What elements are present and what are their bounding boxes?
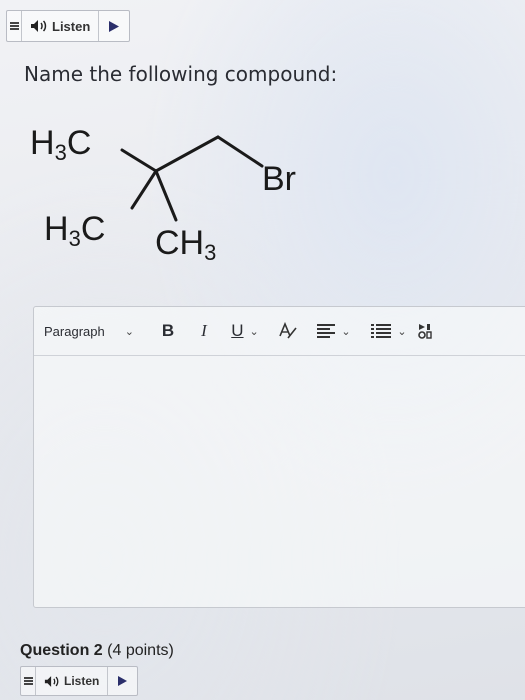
chevron-down-icon: ⌄ [397,325,407,338]
align-button[interactable]: ⌄ [308,307,360,355]
bold-button[interactable]: B [150,307,186,355]
align-icon [317,324,336,338]
question-2-points: (4 points) [107,642,174,659]
play-icon [109,20,120,32]
editor-toolbar: Paragraph ⌄ B I U ⌄ ⌄ ⌄ [34,307,525,356]
listen-button[interactable]: Listen [36,667,109,695]
list-icon [371,324,392,338]
answer-editor: Paragraph ⌄ B I U ⌄ ⌄ ⌄ [33,306,525,608]
menu-icon[interactable] [21,667,36,695]
play-icon [118,676,128,686]
answer-text-area[interactable] [34,356,525,607]
listen-button[interactable]: Listen [22,11,100,41]
more-options-button[interactable] [418,307,438,355]
menu-icon[interactable] [7,11,22,41]
chemical-structure: H3C H3C CH3 Br [30,124,296,265]
play-button[interactable] [99,11,129,41]
list-button[interactable]: ⌄ [360,307,418,355]
speaker-icon [44,675,59,687]
more-icon [418,324,432,339]
block-format-label: Paragraph [44,323,105,339]
question-2-heading: Question 2 (4 points) [20,642,174,660]
methyl-lower-label: H3C [44,210,105,251]
question-prompt: Name the following compound: [24,62,338,86]
format-text-button[interactable] [268,307,308,355]
listen-toolbar-bottom: Listen [20,666,139,696]
italic-button[interactable]: I [186,307,222,355]
chevron-down-icon: ⌄ [249,325,259,338]
chevron-down-icon: ⌄ [124,325,134,338]
speaker-icon [31,20,47,32]
play-button[interactable] [108,667,137,695]
listen-label: Listen [52,18,91,34]
underline-button[interactable]: U ⌄ [222,307,268,355]
question-2-title: Question 2 [20,642,103,659]
methyl-right-label: CH3 [155,224,216,265]
listen-label: Listen [64,674,100,688]
format-text-icon [279,322,297,339]
methyl-upper-label: H3C [30,124,91,165]
listen-toolbar-top: Listen [6,10,131,42]
bromine-label: Br [262,160,296,198]
chevron-down-icon: ⌄ [341,325,351,338]
block-format-dropdown[interactable]: Paragraph ⌄ [34,307,150,355]
